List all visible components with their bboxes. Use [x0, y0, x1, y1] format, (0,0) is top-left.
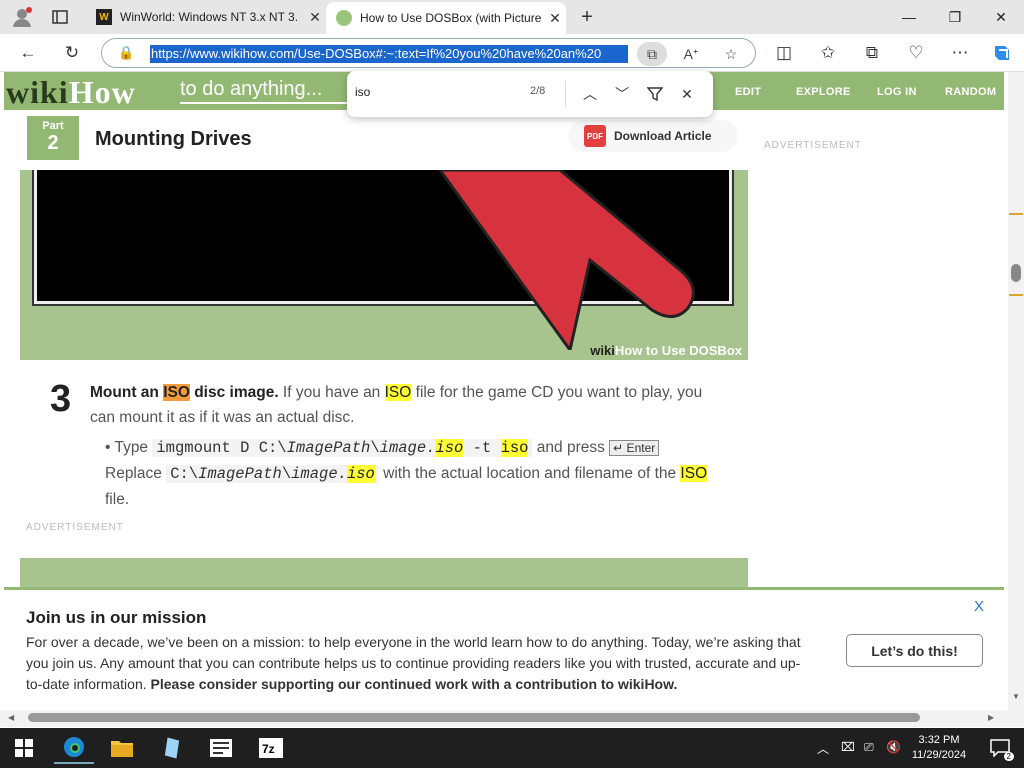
find-input[interactable]: iso — [355, 85, 370, 99]
inline-advertisement-label: ADVERTISEMENT — [26, 522, 124, 533]
split-screen-icon[interactable]: ◫ — [769, 38, 799, 68]
vertical-scrollbar[interactable]: ▼ — [1008, 72, 1024, 710]
banner-text: For over a decade, we’ve been on a missi… — [26, 634, 801, 692]
horizontal-scrollbar[interactable]: ◀ ▶ — [0, 710, 1024, 727]
sidebar-advertisement-label: ADVERTISEMENT — [764, 140, 862, 151]
find-previous-icon[interactable]: ︿ — [578, 82, 602, 106]
browser-window: W WinWorld: Windows NT 3.x NT 3. ✕ How t… — [0, 0, 1024, 768]
find-match: ISO — [384, 384, 412, 401]
winworld-favicon-icon: W — [96, 9, 112, 25]
web-page: wikiHow to do anything... EDIT EXPLORE L… — [0, 72, 1008, 710]
match-marker — [1009, 213, 1023, 215]
find-next-icon[interactable]: ﹀ — [610, 82, 634, 106]
find-close-icon[interactable]: ✕ — [675, 82, 699, 106]
notepad-plus-icon[interactable] — [152, 732, 192, 764]
part-title: Mounting Drives — [95, 128, 252, 150]
back-icon[interactable]: ← — [13, 38, 43, 68]
pdf-icon: PDF — [584, 125, 606, 147]
match-marker — [1009, 294, 1023, 296]
device-icon[interactable]: ⌧ — [841, 740, 855, 754]
start-button-icon[interactable] — [4, 732, 44, 764]
file-explorer-icon[interactable] — [102, 732, 142, 764]
scroll-down-icon[interactable]: ▼ — [1012, 692, 1020, 701]
svg-text:7z: 7z — [262, 742, 275, 756]
notifications-icon[interactable]: 2 — [980, 732, 1020, 764]
find-match-current: ISO — [163, 384, 190, 401]
read-aloud-icon[interactable]: Aᐩ — [678, 42, 704, 66]
tab-winworld[interactable]: W WinWorld: Windows NT 3.x NT 3. ✕ — [86, 2, 326, 32]
download-article-button[interactable]: PDF Download Article — [568, 120, 738, 152]
tab-title: How to Use DOSBox (with Picture — [360, 11, 542, 25]
find-bar: iso 2/8 ︿ ﹀ ✕ — [347, 71, 713, 117]
minimize-icon[interactable]: — — [886, 0, 932, 34]
search-tagline[interactable]: to do anything... — [180, 78, 350, 104]
find-in-page-icon[interactable]: ⧉ — [637, 42, 667, 66]
close-window-icon[interactable]: ✕ — [978, 0, 1024, 34]
tab-dosbox[interactable]: How to Use DOSBox (with Picture ✕ — [326, 2, 566, 34]
scroll-right-icon[interactable]: ▶ — [988, 713, 994, 722]
horizontal-scroll-thumb[interactable] — [28, 713, 920, 722]
wikihow-logo[interactable]: wikiHow — [6, 74, 136, 111]
favorites-icon[interactable]: ✩ — [813, 38, 843, 68]
windows-taskbar: 7z ︿ ⌧ ⎚ 🔇 3:32 PM 11/29/2024 2 — [0, 728, 1024, 768]
command-code: imgmount D C:\ImagePath\image.iso -t iso — [152, 439, 533, 457]
donation-banner: Join us in our mission For over a decade… — [4, 587, 1004, 710]
part-badge: Part 2 — [27, 116, 79, 160]
profile-icon[interactable] — [10, 5, 34, 29]
tab-title: WinWorld: Windows NT 3.x NT 3. — [120, 10, 299, 24]
step-text: Mount an ISO disc image. If you have an … — [90, 384, 703, 426]
find-divider — [565, 81, 566, 107]
find-match: iso — [500, 439, 529, 457]
step-number: 3 — [50, 378, 72, 420]
tab-actions-icon[interactable] — [48, 6, 72, 28]
browser-toolbar: ← ↻ 🔒 https://www.wikihow.com/Use-DOSBox… — [0, 34, 1024, 72]
favorite-star-icon[interactable]: ☆ — [718, 42, 744, 66]
new-tab-icon[interactable]: + — [574, 4, 600, 30]
red-arrow-graphic — [438, 170, 695, 350]
network-icon[interactable]: ⎚ — [864, 740, 874, 755]
7zip-icon[interactable]: 7z — [251, 732, 291, 764]
nav-random[interactable]: RANDOM — [945, 86, 996, 98]
nav-login[interactable]: LOG IN — [877, 86, 917, 98]
tab-strip: W WinWorld: Windows NT 3.x NT 3. ✕ How t… — [0, 0, 1024, 34]
copilot-icon[interactable] — [987, 38, 1017, 68]
image-watermark: wikiHow to Use DOSBox — [590, 343, 742, 358]
close-tab-icon[interactable]: ✕ — [304, 9, 326, 26]
find-match: iso — [435, 439, 464, 457]
nav-edit[interactable]: EDIT — [735, 86, 761, 98]
restore-icon[interactable]: ❐ — [932, 0, 978, 34]
refresh-icon[interactable]: ↻ — [57, 38, 87, 68]
more-menu-icon[interactable]: ⋯ — [945, 38, 975, 68]
donate-button[interactable]: Let’s do this! — [846, 634, 983, 667]
nav-explore[interactable]: EXPLORE — [796, 86, 851, 98]
lock-icon: 🔒 — [118, 45, 135, 60]
address-bar[interactable]: 🔒 https://www.wikihow.com/Use-DOSBox#:~:… — [101, 38, 756, 68]
step-image[interactable]: wikiHow to Use DOSBox — [20, 170, 748, 360]
scroll-thumb[interactable] — [1011, 264, 1021, 282]
notification-count: 2 — [1003, 752, 1014, 761]
system-clock[interactable]: 3:32 PM 11/29/2024 — [906, 733, 972, 763]
wikihow-favicon-icon — [336, 10, 352, 26]
news-app-icon[interactable] — [201, 732, 241, 764]
show-hidden-icons-icon[interactable]: ︿ — [817, 740, 829, 757]
path-code: C:\ImagePath\image.iso — [166, 465, 379, 483]
browser-essentials-icon[interactable]: ♡ — [901, 38, 931, 68]
enter-key: ↵ Enter — [609, 440, 660, 456]
banner-title: Join us in our mission — [26, 608, 207, 627]
volume-muted-icon[interactable]: 🔇 — [886, 740, 901, 754]
step-bullet: • Type imgmount D C:\ImagePath\image.iso… — [105, 439, 708, 508]
find-match: iso — [346, 465, 375, 483]
find-count: 2/8 — [530, 85, 546, 97]
find-filter-icon[interactable] — [643, 82, 667, 106]
scroll-left-icon[interactable]: ◀ — [8, 713, 14, 722]
edge-taskbar-icon[interactable] — [54, 732, 94, 764]
url-text[interactable]: https://www.wikihow.com/Use-DOSBox#:~:te… — [150, 45, 628, 63]
close-tab-icon[interactable]: ✕ — [544, 10, 566, 27]
find-match: ISO — [680, 465, 708, 482]
banner-close-icon[interactable]: X — [974, 598, 984, 615]
collections-icon[interactable]: ⧉ — [857, 38, 887, 68]
